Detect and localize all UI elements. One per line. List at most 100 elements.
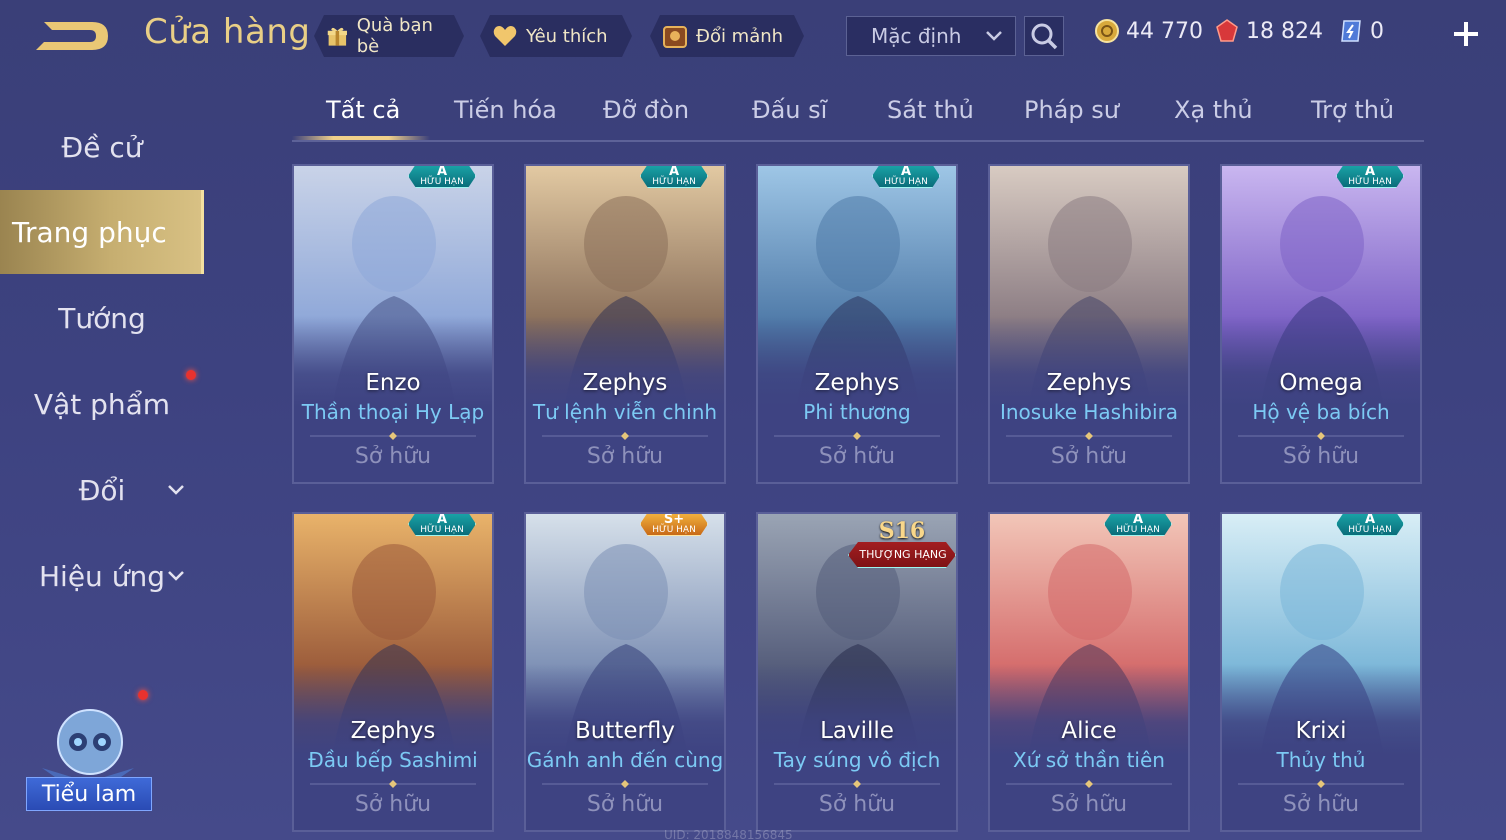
badge-tier: A <box>900 164 912 179</box>
badge-tier: S+ <box>663 512 685 527</box>
friend-gift-button[interactable]: Quà bạn bè <box>314 15 464 57</box>
tab-mage[interactable]: Pháp sư <box>1024 96 1119 124</box>
skin-grid: Enzo Thần thoại Hy Lạp Sở hữu A HỮU HẠN Zephy… <box>292 164 1424 840</box>
sidebar-item-exchange[interactable]: Đổi <box>0 448 204 532</box>
skin-card[interactable]: Laville Tay súng vô địch Sở hữu THƯỢNG HẠNG… <box>756 512 958 832</box>
skin-card[interactable]: Zephys Inosuke Hashibira Sở hữu <box>988 164 1190 484</box>
sort-dropdown[interactable]: Mặc định <box>846 16 1016 56</box>
watermark: UID: 2018848156845 <box>664 828 793 840</box>
sidebar-item-label: Tướng <box>58 301 146 335</box>
hero-name: Zephys <box>582 370 668 396</box>
skin-card[interactable]: Enzo Thần thoại Hy Lạp Sở hữu A HỮU HẠN <box>292 164 494 484</box>
badge-tier: A <box>436 164 448 179</box>
skin-card[interactable]: Butterfly Gánh anh đến cùng Sở hữu S+ HỮU HẠ… <box>524 512 726 832</box>
skin-card[interactable]: Zephys Đầu bếp Sashimi Sở hữu A HỮU HẠN <box>292 512 494 832</box>
badge-label: HỮU HẠN <box>652 525 696 535</box>
badge-label: HỮU HẠN <box>420 177 464 187</box>
divider-ornament <box>1006 432 1172 440</box>
divider-ornament <box>542 780 708 788</box>
skin-name: Hộ vệ ba bích <box>1252 400 1390 424</box>
sidebar-item-items[interactable]: Vật phẩm <box>0 362 204 446</box>
owned-status: Sở hữu <box>1282 444 1360 469</box>
favorites-button[interactable]: Yêu thích <box>480 15 632 57</box>
owned-status: Sở hữu <box>354 444 432 469</box>
sidebar-item-skins[interactable]: Trang phục <box>0 190 204 274</box>
badge-label: HỮU HẠN <box>420 525 464 535</box>
rank-badge: THƯỢNG HẠNG S16 <box>848 516 956 572</box>
exchange-shards-label: Đổi mảnh <box>696 25 784 47</box>
hero-name: Alice <box>1061 718 1117 744</box>
limited-badge: A HỮU HẠN <box>1104 512 1172 536</box>
owned-status: Sở hữu <box>1282 792 1360 817</box>
chevron-down-icon <box>168 571 184 581</box>
exchange-shards-button[interactable]: Đổi mảnh <box>650 15 804 57</box>
badge-label: HỮU HẠN <box>1348 177 1392 187</box>
sidebar-item-label: Đổi <box>78 473 126 507</box>
tab-all[interactable]: Tất cả <box>326 96 400 124</box>
sidebar-item-label: Trang phục <box>12 215 167 249</box>
limited-badge: A HỮU HẠN <box>1336 166 1404 188</box>
gold-value: 44 770 <box>1126 18 1203 44</box>
chest-icon <box>662 23 688 49</box>
mascot-label[interactable]: Tiểu lam <box>26 777 152 811</box>
limited-badge: A HỮU HẠN <box>1336 514 1404 536</box>
ruby-gem-icon <box>1216 19 1238 42</box>
divider-ornament <box>774 432 940 440</box>
sidebar-item-effects[interactable]: Hiệu ứng <box>0 534 204 618</box>
owned-status: Sở hữu <box>354 792 432 817</box>
skin-card[interactable]: Zephys Phi thương Sở hữu A HỮU HẠN <box>756 164 958 484</box>
category-tabs: Tất cả Tiến hóa Đỡ đòn Đấu sĩ Sát thủ Ph… <box>292 90 1424 142</box>
ruby-value: 18 824 <box>1246 18 1323 44</box>
skin-card[interactable]: Alice Xứ sở thần tiên Sở hữu A HỮU HẠN <box>988 512 1190 832</box>
add-currency-button[interactable] <box>1450 18 1482 50</box>
badge-tier: A <box>1132 512 1144 527</box>
hero-name: Krixi <box>1295 718 1347 744</box>
hero-name: Butterfly <box>574 718 676 744</box>
tab-tank[interactable]: Đỡ đòn <box>603 96 689 124</box>
skin-card[interactable]: Krixi Thủy thủ Sở hữu A HỮU HẠN <box>1220 512 1422 832</box>
sidebar-item-label: Đề cử <box>61 130 143 164</box>
skin-card[interactable]: Omega Hộ vệ ba bích Sở hữu A HỮU HẠN <box>1220 164 1422 484</box>
owned-status: Sở hữu <box>818 444 896 469</box>
badge-tier: S16 <box>878 518 926 544</box>
limited-badge: A HỮU HẠN <box>872 164 940 188</box>
skin-card[interactable]: Zephys Tư lệnh viễn chinh Sở hữu A HỮU HẠN <box>524 164 726 484</box>
friend-gift-label: Quà bạn bè <box>356 15 433 57</box>
hero-name: Zephys <box>814 370 900 396</box>
gift-icon <box>326 23 349 49</box>
hero-name: Zephys <box>1046 370 1132 396</box>
sidebar-item-label: Hiệu ứng <box>39 559 165 593</box>
top-bar: Cửa hàng Quà bạn bè Yêu thích Đổi mảnh M… <box>0 0 1506 72</box>
divider-ornament <box>310 780 476 788</box>
voucher-balance: 0 <box>1338 18 1384 44</box>
tab-support[interactable]: Trợ thủ <box>1311 96 1394 124</box>
skin-name: Tư lệnh viễn chinh <box>532 400 718 424</box>
divider-ornament <box>774 780 940 788</box>
owned-status: Sở hữu <box>586 792 664 817</box>
tab-assassin[interactable]: Sát thủ <box>887 96 974 124</box>
limited-badge: S+ HỮU HẠN <box>640 512 708 536</box>
tab-fighter[interactable]: Đấu sĩ <box>752 96 827 124</box>
hero-name: Laville <box>820 718 894 744</box>
divider-ornament <box>1238 780 1404 788</box>
limited-badge: A HỮU HẠN <box>408 164 476 188</box>
chevron-down-icon <box>986 31 1002 41</box>
heart-icon <box>492 23 518 49</box>
hero-name: Enzo <box>365 370 421 396</box>
divider-ornament <box>1006 780 1172 788</box>
back-button[interactable] <box>30 14 114 56</box>
search-icon <box>1031 23 1058 50</box>
limited-badge: A HỮU HẠN <box>408 514 476 536</box>
gold-balance: 44 770 <box>1094 18 1203 44</box>
search-button[interactable] <box>1024 16 1064 56</box>
gold-coin-icon <box>1095 19 1119 43</box>
back-arrow-icon <box>36 22 108 50</box>
hero-name: Omega <box>1279 370 1363 396</box>
tab-evolution[interactable]: Tiến hóa <box>454 96 557 124</box>
tab-marksman[interactable]: Xạ thủ <box>1174 96 1253 124</box>
sidebar-item-recommended[interactable]: Đề cử <box>0 105 204 189</box>
sidebar-item-heroes[interactable]: Tướng <box>0 276 204 360</box>
voucher-value: 0 <box>1370 18 1384 44</box>
active-tab-indicator <box>292 136 430 140</box>
chevron-down-icon <box>168 485 184 495</box>
